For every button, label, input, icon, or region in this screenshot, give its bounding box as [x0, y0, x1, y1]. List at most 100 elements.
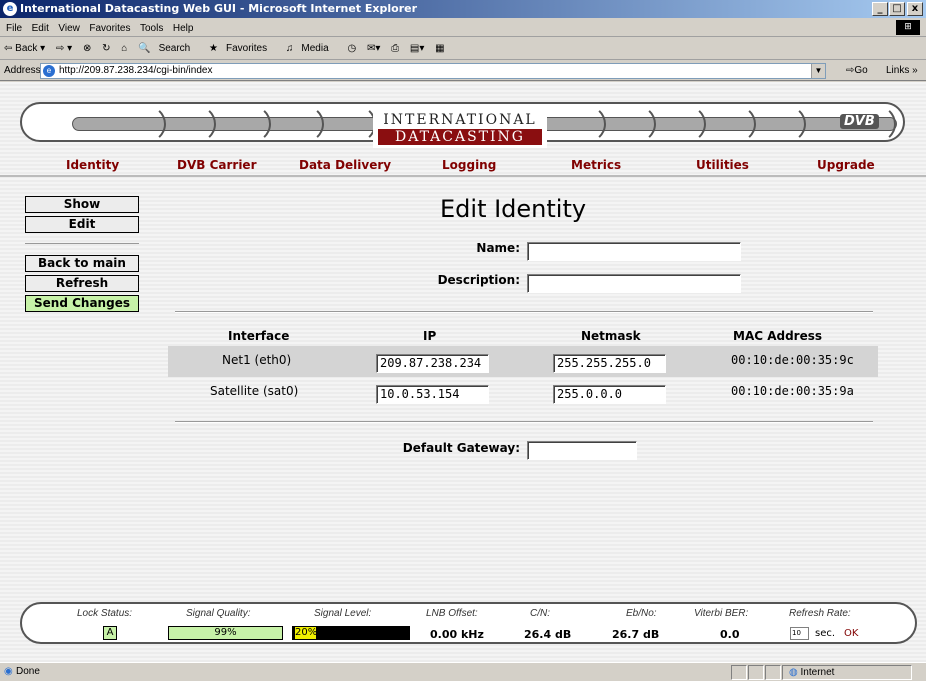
default-gateway-label: Default Gateway:: [402, 441, 520, 455]
lock-status-label: Lock Status:: [77, 608, 133, 619]
signal-level-bar: 20%: [292, 626, 410, 640]
stop-icon[interactable]: ⊗: [83, 43, 91, 54]
section-divider: [175, 421, 873, 423]
logo-line-1: INTERNATIONAL: [383, 112, 537, 128]
header-mac-address: MAC Address: [733, 329, 823, 343]
nav-divider: [562, 104, 606, 144]
menu-favorites[interactable]: Favorites: [89, 23, 130, 34]
minimize-button[interactable]: _: [872, 2, 888, 16]
nav-utilities[interactable]: Utilities: [696, 158, 749, 172]
menu-file[interactable]: File: [6, 23, 22, 34]
address-bar: Address e http://209.87.238.234/cgi-bin/…: [0, 61, 926, 81]
logo-line-2: DATACASTING: [378, 129, 542, 145]
dvb-logo: DVB: [840, 114, 879, 129]
status-panel-slot: [765, 665, 781, 680]
nav-metrics[interactable]: Metrics: [571, 158, 621, 172]
favorites-label: Favorites: [226, 43, 268, 54]
edit-button[interactable]: Edit: [25, 216, 139, 233]
signal-level-label: Signal Level:: [314, 608, 372, 619]
header-netmask: Netmask: [581, 329, 641, 343]
favorites-button[interactable]: ★ Favorites: [209, 43, 275, 54]
windows-logo-icon: ⊞: [896, 20, 920, 35]
zone-panel: ◍ Internet: [782, 665, 912, 680]
ebno-value: 26.7 dB: [612, 628, 660, 641]
refresh-rate-unit: sec.: [815, 628, 836, 639]
status-panel-slot: [731, 665, 747, 680]
nav-divider: [332, 104, 376, 144]
address-input[interactable]: e http://209.87.238.234/cgi-bin/index ▼: [40, 63, 826, 79]
home-icon[interactable]: ⌂: [121, 43, 127, 54]
sidebar-divider: [25, 243, 139, 244]
name-input[interactable]: [527, 242, 741, 261]
ip-input[interactable]: 10.0.53.154: [376, 385, 489, 404]
refresh-ok-link[interactable]: OK: [844, 628, 858, 639]
section-divider: [175, 311, 873, 313]
window-title: International Datacasting Web GUI - Micr…: [20, 2, 417, 15]
show-button[interactable]: Show: [25, 196, 139, 213]
refresh-button[interactable]: Refresh: [25, 275, 139, 292]
nav-divider: [612, 104, 656, 144]
maximize-button[interactable]: □: [889, 2, 905, 16]
refresh-icon[interactable]: ↻: [102, 43, 110, 54]
nav-divider: [712, 104, 756, 144]
description-label: Description:: [437, 273, 520, 287]
address-url: http://209.87.238.234/cgi-bin/index: [59, 65, 213, 76]
go-button[interactable]: ⇨Go: [846, 61, 868, 81]
search-label: Search: [158, 43, 191, 54]
lock-status-indicator: A: [103, 626, 117, 640]
nav-logging[interactable]: Logging: [442, 158, 496, 172]
close-button[interactable]: x: [907, 2, 923, 16]
netmask-input[interactable]: 255.255.255.0: [553, 354, 666, 373]
media-button[interactable]: ♫ Media: [286, 43, 337, 54]
netmask-input[interactable]: 255.0.0.0: [553, 385, 666, 404]
signal-level-fill: 20%: [293, 627, 317, 639]
go-label: Go: [854, 65, 868, 76]
lnb-offset-label: LNB Offset:: [426, 608, 478, 619]
back-to-main-button[interactable]: Back to main: [25, 255, 139, 272]
links-button[interactable]: Links »: [886, 61, 918, 81]
nav-divider: [227, 104, 271, 144]
nav-data-delivery[interactable]: Data Delivery: [299, 158, 391, 172]
menu-view[interactable]: View: [58, 23, 80, 34]
signal-quality-bar: 99%: [168, 626, 283, 640]
mac-address: 00:10:de:00:35:9c: [731, 353, 854, 367]
description-input[interactable]: [527, 274, 741, 293]
nav-divider: [172, 104, 216, 144]
menu-edit[interactable]: Edit: [32, 23, 49, 34]
nav-dvb-carrier[interactable]: DVB Carrier: [177, 158, 256, 172]
nav-banner: INTERNATIONAL DATACASTING DVB: [20, 102, 905, 148]
globe-icon: ◍: [789, 667, 798, 678]
viterbi-ber-label: Viterbi BER:: [694, 608, 749, 619]
zone-label: Internet: [800, 667, 835, 678]
signal-quality-value: 99%: [214, 627, 237, 638]
page-done-icon: ◉: [4, 666, 13, 677]
mail-icon[interactable]: ✉▾: [367, 43, 380, 54]
refresh-rate-input[interactable]: 10: [790, 627, 809, 640]
header-interface: Interface: [228, 329, 290, 343]
back-button[interactable]: ⇦ Back ▾: [4, 43, 45, 54]
discuss-icon[interactable]: ▦: [435, 43, 444, 54]
page-content: INTERNATIONAL DATACASTING DVB Identity D…: [0, 82, 926, 662]
ip-input[interactable]: 209.87.238.234: [376, 354, 489, 373]
menu-help[interactable]: Help: [173, 23, 194, 34]
window-title-bar[interactable]: e International Datacasting Web GUI - Mi…: [0, 0, 926, 18]
nav-divider: [662, 104, 706, 144]
search-button[interactable]: 🔍 Search: [138, 43, 198, 54]
nav-divider: [762, 104, 806, 144]
nav-divider: [280, 104, 324, 144]
mac-address: 00:10:de:00:35:9a: [731, 384, 854, 398]
nav-upgrade[interactable]: Upgrade: [817, 158, 875, 172]
nav-divider: [122, 104, 166, 144]
history-icon[interactable]: ◷: [347, 43, 356, 54]
chevron-down-icon[interactable]: ▼: [811, 64, 825, 78]
menu-tools[interactable]: Tools: [140, 23, 163, 34]
default-gateway-input[interactable]: [527, 441, 637, 460]
edit-icon[interactable]: ▤▾: [410, 43, 424, 54]
print-icon[interactable]: ⎙: [391, 43, 399, 54]
nav-identity[interactable]: Identity: [66, 158, 119, 172]
send-changes-button[interactable]: Send Changes: [25, 295, 139, 312]
address-label: Address: [4, 65, 41, 76]
company-logo: INTERNATIONAL DATACASTING: [373, 112, 547, 148]
refresh-rate-label: Refresh Rate:: [789, 608, 851, 619]
forward-button[interactable]: ⇨ ▾: [56, 43, 72, 54]
